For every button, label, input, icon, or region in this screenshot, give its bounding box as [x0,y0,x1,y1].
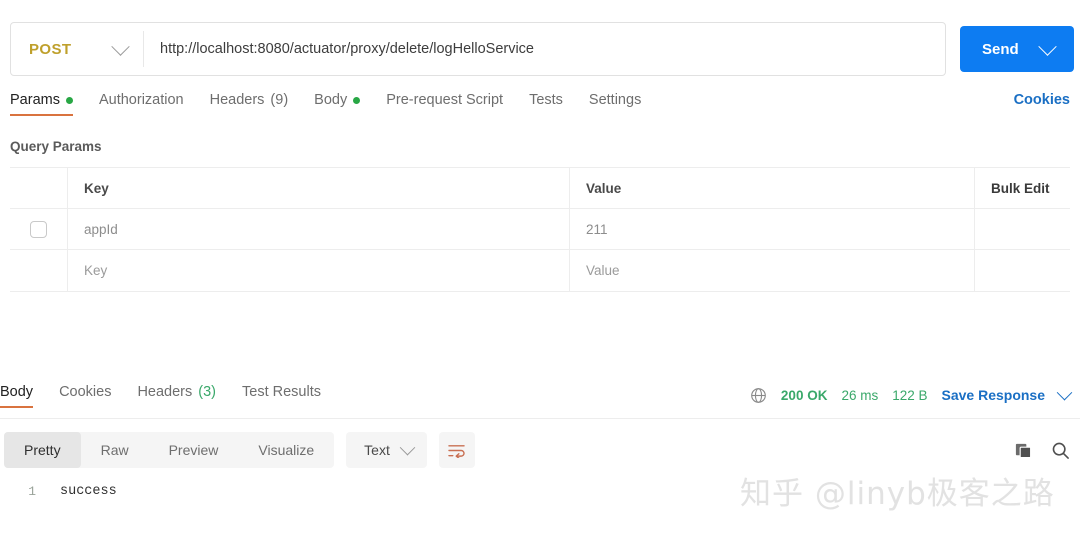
tab-tests-label: Tests [529,92,563,108]
param-enabled-checkbox[interactable] [30,220,47,238]
row-description-cell[interactable] [975,209,1070,249]
view-mode-raw[interactable]: Raw [81,432,149,468]
globe-icon [750,387,767,404]
tab-params[interactable]: Params [10,92,73,116]
tab-authorization[interactable]: Authorization [99,92,184,116]
tab-pre-request-script-label: Pre-request Script [386,92,504,108]
response-tab-body[interactable]: Body [0,384,34,408]
response-tab-cookies[interactable]: Cookies [59,384,111,408]
chevron-down-icon [399,439,416,455]
view-mode-preview[interactable]: Preview [149,432,239,468]
column-header-key: Key [84,180,109,196]
send-button[interactable]: Send [960,41,1035,58]
line-number: 1 [28,484,36,499]
word-wrap-button[interactable] [438,432,475,468]
tab-body-label: Body [314,92,348,108]
param-value-input[interactable]: 211 [586,222,608,237]
status-code: 200 OK [780,387,828,403]
send-button-group[interactable]: Send [960,26,1074,72]
send-options-button[interactable] [1035,26,1074,72]
tab-pre-request-script[interactable]: Pre-request Script [386,92,503,116]
response-tab-test-results[interactable]: Test Results [242,384,321,408]
response-tab-headers-count: (3) [198,384,216,400]
response-tab-body-label: Body [0,384,34,400]
column-header-value: Value [586,180,622,196]
tab-headers-label: Headers [209,92,265,108]
tab-settings-label: Settings [588,92,642,108]
response-actions [1014,428,1070,472]
modified-dot-icon [65,96,73,104]
table-header-row: Key Value Bulk Edit [10,168,1070,209]
http-method-select[interactable]: POST [11,23,143,75]
request-url-bar: POST http://localhost:8080/actuator/prox… [0,18,1080,80]
url-input[interactable]: http://localhost:8080/actuator/proxy/del… [144,23,945,75]
response-body-content: success [60,484,117,499]
tab-params-label: Params [10,92,60,108]
row-value-cell[interactable]: 211 [570,209,975,249]
param-value-input-placeholder[interactable]: Value [586,263,620,278]
response-time: 26 ms [841,387,879,403]
tab-headers-count: (9) [270,92,289,108]
response-view-toolbar: Pretty Raw Preview Visualize Text [0,428,1080,472]
search-icon[interactable] [1051,441,1070,460]
row-value-cell[interactable]: Value [570,250,975,291]
response-tab-headers[interactable]: Headers (3) [137,384,216,408]
request-tabs: Params Authorization Headers (9) Body Pr… [0,92,1080,126]
response-tab-test-results-label: Test Results [242,384,321,400]
row-checkbox-cell [10,209,68,249]
response-divider [0,418,1080,419]
copy-icon[interactable] [1014,441,1033,460]
response-format-select[interactable]: Text [346,432,427,468]
response-format-label: Text [364,442,390,458]
http-method-label: POST [29,40,72,58]
header-cell-check [10,168,68,208]
response-status-bar: 200 OK 26 ms 122 B Save Response [750,384,1073,406]
url-box: POST http://localhost:8080/actuator/prox… [10,22,946,76]
response-tab-headers-label: Headers [137,384,193,400]
bulk-edit-button[interactable]: Bulk Edit [991,181,1050,196]
header-cell-bulk-edit: Bulk Edit [975,168,1070,208]
row-checkbox-cell [10,250,68,291]
tab-settings[interactable]: Settings [589,92,641,116]
response-size: 122 B [892,387,928,403]
modified-dot-icon [353,96,361,104]
tab-authorization-label: Authorization [98,92,184,108]
save-response-button[interactable]: Save Response [942,387,1046,403]
response-tab-cookies-label: Cookies [59,384,112,400]
tab-headers[interactable]: Headers (9) [210,92,289,116]
header-cell-key: Key [68,168,570,208]
table-row: appId 211 [10,209,1070,250]
chevron-down-icon [1037,36,1057,56]
cookies-link[interactable]: Cookies [1014,92,1070,108]
query-params-title: Query Params [10,139,102,154]
param-key-input-placeholder[interactable]: Key [84,263,107,278]
tab-tests[interactable]: Tests [529,92,563,116]
header-cell-value: Value [570,168,975,208]
table-row: Key Value [10,250,1070,291]
query-params-table: Key Value Bulk Edit appId 211 Key Value [10,167,1070,292]
view-mode-segmented-control: Pretty Raw Preview Visualize [4,432,335,468]
response-body-viewer[interactable]: 1 success [0,480,1080,536]
chevron-down-icon[interactable] [1056,384,1073,400]
view-mode-pretty[interactable]: Pretty [4,432,81,468]
chevron-down-icon [111,36,130,56]
row-description-cell[interactable] [975,250,1070,291]
row-key-cell[interactable]: Key [68,250,570,291]
view-mode-visualize[interactable]: Visualize [238,432,334,468]
param-key-input[interactable]: appId [84,222,118,237]
tab-body[interactable]: Body [314,92,361,116]
row-key-cell[interactable]: appId [68,209,570,249]
